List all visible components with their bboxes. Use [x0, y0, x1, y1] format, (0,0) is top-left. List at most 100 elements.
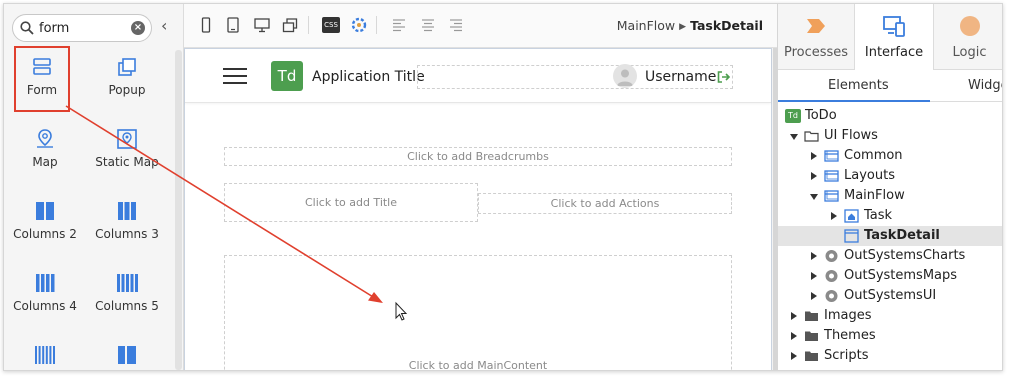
align-center-icon[interactable]: [420, 17, 436, 33]
app-logo[interactable]: Td: [271, 61, 303, 91]
tree-node-outsystemsui[interactable]: OutSystemsUI: [778, 286, 1002, 306]
tab-logic[interactable]: Logic: [934, 4, 1002, 70]
columns-3-icon: [118, 202, 136, 220]
popup-icon: [118, 58, 136, 76]
collapse-toolbox-icon[interactable]: ‹: [161, 18, 173, 34]
tree-node-label: MainFlow: [844, 188, 905, 203]
toolbox-item-label: Columns 4: [13, 299, 77, 313]
tablet-preview-icon[interactable]: [225, 17, 241, 33]
collapsed-caret-icon[interactable]: [811, 172, 817, 180]
tree-node-label: Task: [864, 208, 893, 223]
desktop-preview-icon[interactable]: [254, 17, 270, 33]
tree-node-label: Layouts: [844, 168, 895, 183]
flow-icon: [824, 190, 839, 202]
phone-preview-icon[interactable]: [198, 17, 214, 33]
screen-preview: Td Application Title Username Click to a…: [184, 48, 772, 370]
toolbox-item-label: Static Map: [95, 155, 159, 169]
tree-node-common[interactable]: Common: [778, 146, 1002, 166]
toolbox-item-columns-5[interactable]: Columns 5: [86, 264, 168, 328]
columns-6-icon: [35, 346, 55, 364]
clear-search-icon[interactable]: ×: [131, 21, 145, 35]
toolbox-item-columns-3[interactable]: Columns 3: [86, 192, 168, 256]
tree-node-outsystemsmaps[interactable]: OutSystemsMaps: [778, 266, 1002, 286]
breadcrumb-parent[interactable]: MainFlow: [617, 18, 675, 33]
collapsed-caret-icon[interactable]: [791, 332, 797, 340]
tree-node-taskdetail[interactable]: TaskDetail: [778, 226, 1002, 246]
screen-breadcrumb: MainFlow ▶ TaskDetail: [617, 18, 763, 33]
expand-caret-icon[interactable]: [790, 134, 798, 140]
hamburger-menu-icon[interactable]: [223, 68, 247, 84]
screen-icon: [844, 229, 859, 243]
tree-node-label: OutSystemsCharts: [844, 248, 966, 263]
collapsed-caret-icon[interactable]: [791, 312, 797, 320]
tab-label: Interface: [864, 45, 924, 60]
tree-node-label: OutSystemsMaps: [844, 268, 958, 283]
home-screen-icon: [844, 209, 859, 223]
folder-open-icon: [804, 131, 819, 142]
breadcrumbs-placeholder[interactable]: Click to add Breadcrumbs: [224, 147, 732, 166]
tree-node-scripts[interactable]: Scripts: [778, 346, 1002, 366]
collapsed-caret-icon[interactable]: [811, 252, 817, 260]
toolbox-search-input[interactable]: [39, 19, 123, 37]
tree-node-themes[interactable]: Themes: [778, 326, 1002, 346]
maincontent-placeholder[interactable]: Click to add MainContent: [224, 255, 732, 370]
tab-processes[interactable]: Processes: [778, 4, 854, 70]
breadcrumb-current: TaskDetail: [690, 18, 763, 33]
actions-placeholder[interactable]: Click to add Actions: [478, 193, 732, 214]
title-placeholder[interactable]: Click to add Title: [224, 183, 478, 222]
theme-editor-icon[interactable]: [351, 17, 367, 33]
static-map-icon: [117, 129, 137, 149]
toolbox-scrollbar[interactable]: [175, 50, 182, 370]
app-header: Td Application Title Username: [185, 49, 771, 103]
tree-node-label: Scripts: [824, 348, 869, 363]
toolbox-search[interactable]: ×: [12, 14, 152, 42]
orientation-icon[interactable]: [282, 17, 298, 33]
collapsed-caret-icon[interactable]: [831, 212, 837, 220]
map-pin-icon: [37, 129, 53, 148]
align-left-icon[interactable]: [391, 17, 407, 33]
tree-node-label: Common: [844, 148, 903, 163]
interface-icon: [883, 16, 905, 37]
tree-node-outsystemscharts[interactable]: OutSystemsCharts: [778, 246, 1002, 266]
tree-node-ui-flows[interactable]: UI Flows: [778, 126, 1002, 146]
subtab-elements[interactable]: Elements: [828, 78, 889, 93]
folder-icon: [805, 351, 818, 361]
tree-node-todo[interactable]: Td ToDo: [778, 106, 1002, 126]
collapsed-caret-icon[interactable]: [811, 272, 817, 280]
columns-5-icon: [117, 274, 138, 292]
tree-node-label: OutSystemsUI: [844, 288, 937, 303]
interface-subtabs: Elements Widge: [778, 70, 1002, 102]
tree-node-images[interactable]: Images: [778, 306, 1002, 326]
expand-caret-icon[interactable]: [810, 194, 818, 200]
tree-node-layouts[interactable]: Layouts: [778, 166, 1002, 186]
toolbox-item-columns-2[interactable]: Columns 2: [4, 192, 86, 256]
tree-node-label: Themes: [824, 328, 876, 343]
app-title[interactable]: Application Title: [312, 69, 425, 85]
tree-node-mainflow[interactable]: MainFlow: [778, 186, 1002, 206]
toolbar-divider: [376, 16, 377, 34]
user-avatar-icon: [613, 64, 637, 88]
collapsed-caret-icon[interactable]: [811, 292, 817, 300]
toolbox-item-form[interactable]: Form: [14, 46, 70, 112]
columns-2-icon: [36, 202, 54, 220]
toolbox-item-static-map[interactable]: Static Map: [86, 120, 168, 184]
form-icon: [33, 58, 51, 75]
align-right-icon[interactable]: [448, 17, 464, 33]
columns-4-icon: [36, 274, 55, 292]
module-reference-icon: [825, 270, 838, 282]
logout-icon[interactable]: [717, 71, 731, 83]
toolbox-item-columns-medium-left[interactable]: [86, 336, 168, 370]
active-subtab-indicator: [778, 100, 930, 102]
toolbox-item-columns-4[interactable]: Columns 4: [4, 264, 86, 328]
folder-icon: [805, 311, 818, 321]
subtab-widgets[interactable]: Widge: [968, 78, 1002, 93]
toolbox-item-map[interactable]: Map: [4, 120, 86, 184]
css-editor-icon[interactable]: CSS: [322, 17, 340, 33]
collapsed-caret-icon[interactable]: [811, 152, 817, 160]
toolbox-item-columns-6[interactable]: [4, 336, 86, 370]
tree-node-task[interactable]: Task: [778, 206, 1002, 226]
tab-interface[interactable]: Interface: [854, 4, 934, 71]
username-label[interactable]: Username: [645, 69, 716, 85]
collapsed-caret-icon[interactable]: [791, 352, 797, 360]
toolbox-item-popup[interactable]: Popup: [86, 48, 168, 112]
